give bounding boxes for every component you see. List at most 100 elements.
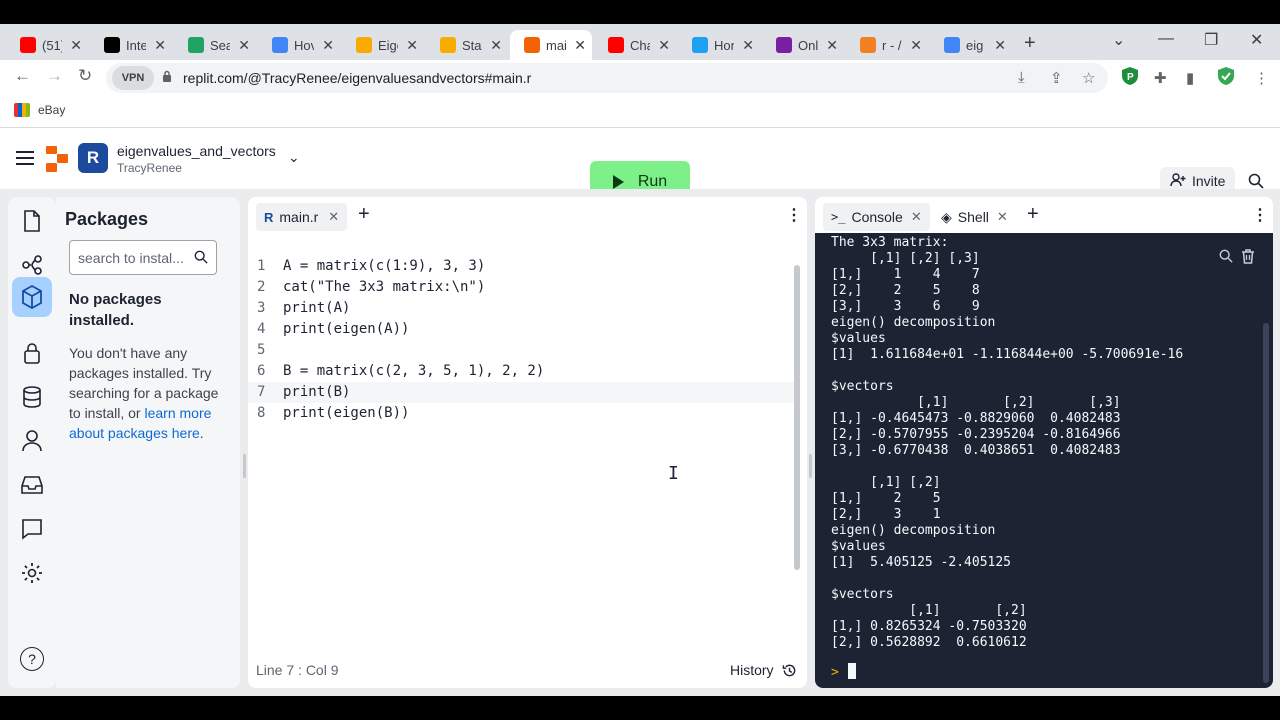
minimize-icon[interactable]: — [1158,30,1174,48]
code-line[interactable]: 1 A = matrix(c(1:9), 3, 3) [248,256,796,277]
browser-tab[interactable]: Stat ✕ [426,30,508,60]
add-tab-button[interactable]: + [1027,203,1039,226]
reload-icon[interactable]: ↻ [78,66,92,86]
browser-tab[interactable]: Eige ✕ [342,30,424,60]
editor-menu-icon[interactable]: ⋮ [786,205,802,225]
r-language-icon[interactable]: R [78,143,108,173]
add-tab-button[interactable]: + [358,203,370,226]
files-icon[interactable] [20,209,44,233]
extensions-puzzle-icon[interactable]: ✚ [1154,69,1167,87]
browser-tab[interactable]: Onl ✕ [762,30,844,60]
code-line[interactable]: 4 print(eigen(A)) [248,319,796,340]
side-panel-icon[interactable]: ▮ [1186,69,1194,87]
code-line[interactable]: 7 print(B) [248,382,796,403]
new-tab-button[interactable]: + [1024,32,1036,55]
package-search-input[interactable] [78,250,190,266]
clear-trash-icon[interactable] [1241,249,1255,264]
code-line[interactable]: 5 [248,340,796,361]
close-icon[interactable]: ✕ [406,37,418,54]
close-icon[interactable]: ✕ [911,209,922,225]
browser-tab[interactable]: Hor ✕ [678,30,760,60]
browser-menu-icon[interactable]: ⋮ [1254,69,1269,87]
lock-icon[interactable] [162,70,172,82]
console-line: eigen() decomposition [831,523,996,538]
code-area[interactable]: 1 A = matrix(c(1:9), 3, 3) 2 cat("The 3x3 m… [248,256,796,424]
repl-owner[interactable]: TracyRenee [117,161,182,175]
close-icon[interactable]: ✕ [70,37,82,54]
tab-search-chevron-icon[interactable]: ⌄ [1112,30,1125,50]
close-icon[interactable]: ✕ [994,37,1006,54]
bookmark-ebay[interactable]: eBay [14,103,65,117]
install-icon[interactable]: ⤓ [1018,69,1025,86]
panel-resize-handle[interactable] [809,454,812,478]
console-menu-icon[interactable]: ⋮ [1252,205,1268,225]
help-icon[interactable]: ? [20,647,44,671]
editor-scrollbar[interactable] [794,265,800,570]
browser-tab[interactable]: Cha ✕ [594,30,676,60]
search-icon[interactable] [194,250,208,264]
browser-window: + ⌄ — ❐ ✕ (51)✕Inte✕Sea✕Hov✕Eige✕Stat✕ma… [0,24,1280,696]
browser-tab[interactable]: mai ✕ [510,30,592,60]
code-line[interactable]: 6 B = matrix(c(2, 3, 5, 1), 2, 2) [248,361,796,382]
tab-shell[interactable]: ◈ Shell ✕ [933,203,1016,231]
code-line[interactable]: 2 cat("The 3x3 matrix:\n") [248,277,796,298]
restore-icon[interactable]: ❐ [1204,30,1218,50]
close-icon[interactable]: ✕ [490,37,502,54]
panel-resize-handle[interactable] [243,454,246,478]
close-icon[interactable]: ✕ [574,37,586,54]
browser-tab[interactable]: Sea ✕ [174,30,256,60]
settings-gear-icon[interactable] [20,561,44,585]
line-text: print(eigen(A)) [283,321,410,337]
share-icon[interactable]: ⇪ [1050,69,1063,87]
console-output-area[interactable]: The 3x3 matrix: [,1] [,2] [,3] [1,] 1 4 7… [815,233,1273,688]
search-icon[interactable] [1219,249,1233,263]
menu-icon[interactable] [16,151,34,169]
address-bar[interactable]: VPN replit.com/@TracyRenee/eigenvaluesan… [106,63,1108,93]
browser-tab[interactable]: Hov ✕ [258,30,340,60]
history-button[interactable]: History [730,662,797,678]
package-search-field[interactable] [69,240,217,275]
vpn-badge[interactable]: VPN [112,66,154,90]
window-close-icon[interactable]: ✕ [1250,30,1263,50]
close-icon[interactable]: ✕ [658,37,670,54]
tab-main-r[interactable]: R main.r ✕ [256,203,348,231]
extension-shield-icon[interactable]: P [1122,67,1138,89]
tab-console[interactable]: >_ Console ✕ [823,203,930,231]
code-line[interactable]: 8 print(eigen(B)) [248,403,796,424]
close-icon[interactable]: ✕ [826,37,838,54]
console-line: $values [831,539,886,554]
packages-icon[interactable] [12,277,52,317]
close-icon[interactable]: ✕ [328,209,339,225]
close-icon[interactable]: ✕ [238,37,250,54]
back-icon[interactable]: ← [14,66,31,86]
bookmark-star-icon[interactable]: ☆ [1082,69,1095,87]
browser-tab[interactable]: (51) ✕ [6,30,88,60]
secrets-lock-icon[interactable] [20,341,44,365]
database-icon[interactable] [20,385,44,409]
console-scrollbar[interactable] [1263,323,1269,683]
user-icon[interactable] [20,429,44,453]
close-icon[interactable]: ✕ [910,37,922,54]
inbox-icon[interactable] [20,473,44,497]
replit-logo-icon[interactable] [46,146,68,172]
chat-icon[interactable] [20,517,44,541]
browser-tab[interactable]: Inte ✕ [90,30,172,60]
close-icon[interactable]: ✕ [742,37,754,54]
git-icon[interactable] [20,253,44,277]
code-line[interactable]: 3 print(A) [248,298,796,319]
close-icon[interactable]: ✕ [154,37,166,54]
security-check-icon[interactable] [1218,67,1234,89]
console-line: [3,] 3 6 9 [831,299,980,314]
console-line: eigen() decomposition [831,315,996,330]
close-icon[interactable]: ✕ [997,209,1008,225]
close-icon[interactable]: ✕ [322,37,334,54]
console-line: [1,] 2 5 [831,491,941,506]
line-number: 1 [257,258,266,274]
browser-tab[interactable]: r - / ✕ [846,30,928,60]
console-caret[interactable] [848,663,856,679]
chevron-down-icon[interactable]: ⌄ [288,149,300,166]
url-text[interactable]: replit.com/@TracyRenee/eigenvaluesandvec… [183,70,531,86]
forward-icon[interactable]: → [46,66,63,86]
browser-tab[interactable]: eig ✕ [930,30,1012,60]
repl-name[interactable]: eigenvalues_and_vectors [117,143,276,159]
